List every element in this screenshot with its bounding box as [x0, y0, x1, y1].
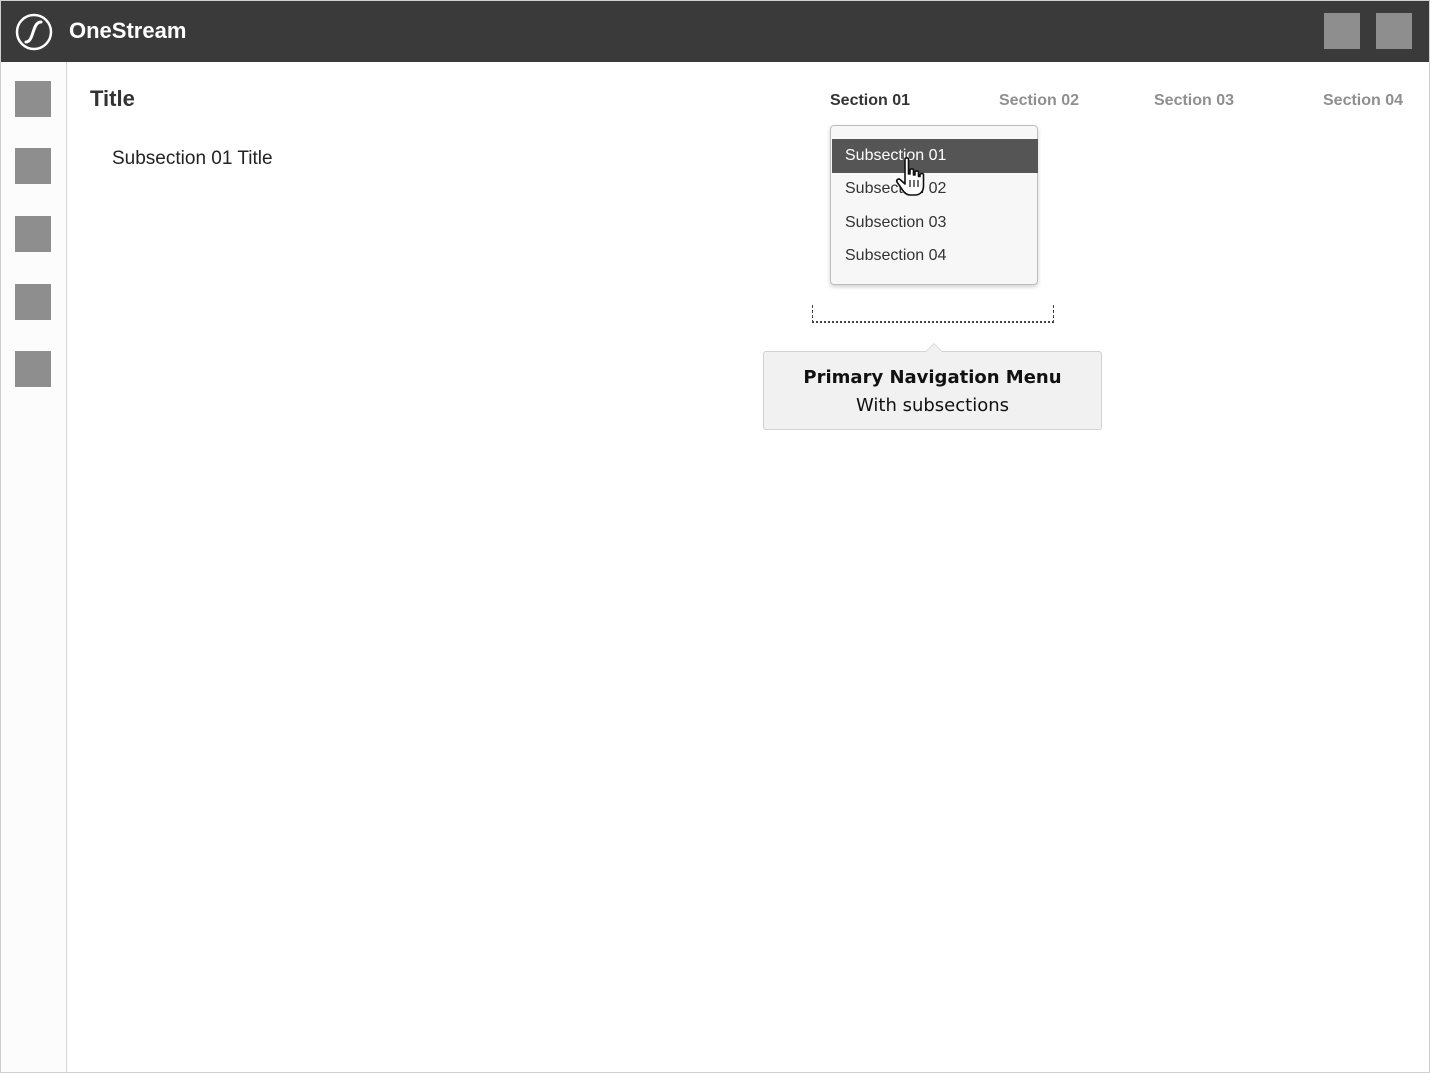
top-bar: OneStream [1, 1, 1429, 62]
annotation-bracket [812, 305, 1054, 323]
callout-subtitle: With subsections [855, 395, 1009, 416]
dropdown-item-subsection-01[interactable]: Subsection 01 [832, 139, 1038, 173]
sidebar-item-2[interactable] [15, 148, 51, 184]
annotation-callout: Primary Navigation Menu With subsections [763, 351, 1102, 430]
tab-section-04[interactable]: Section 04 [1323, 92, 1403, 110]
tab-section-03[interactable]: Section 03 [1154, 92, 1234, 110]
subsection-title: Subsection 01 Title [112, 148, 273, 169]
app-window: OneStream Title Subsection 01 Title Sect… [0, 0, 1430, 1073]
page-title: Title [90, 86, 135, 111]
onestream-logo-icon [15, 13, 53, 51]
tab-section-01[interactable]: Section 01 [830, 92, 910, 110]
header-button-1[interactable] [1324, 13, 1360, 49]
callout-pointer-fill [926, 344, 942, 352]
dropdown-item-subsection-04[interactable]: Subsection 04 [832, 239, 1038, 273]
subsection-dropdown: Subsection 01 Subsection 02 Subsection 0… [830, 125, 1038, 285]
header-button-2[interactable] [1376, 13, 1412, 49]
callout-title: Primary Navigation Menu [803, 367, 1062, 388]
dropdown-item-subsection-02[interactable]: Subsection 02 [832, 172, 1038, 206]
sidebar [1, 62, 67, 1072]
dropdown-item-subsection-03[interactable]: Subsection 03 [832, 206, 1038, 240]
tab-section-02[interactable]: Section 02 [999, 92, 1079, 110]
sidebar-item-4[interactable] [15, 284, 51, 320]
sidebar-item-1[interactable] [15, 81, 51, 117]
hand-cursor-icon [895, 157, 925, 196]
app-name: OneStream [69, 18, 187, 43]
sidebar-item-5[interactable] [15, 351, 51, 387]
sidebar-item-3[interactable] [15, 216, 51, 252]
